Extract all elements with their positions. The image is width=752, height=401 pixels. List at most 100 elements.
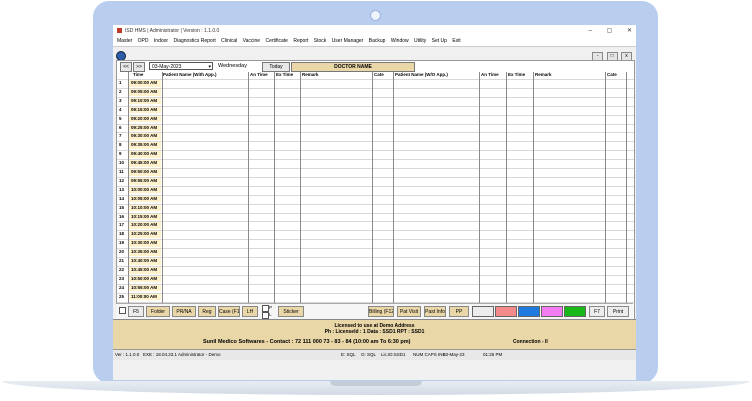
menu-exit[interactable]: Exit	[448, 36, 460, 44]
table-row[interactable]: 4 09:15:00 AM	[117, 105, 634, 114]
table-row[interactable]: 1 09:00:00 AM	[117, 79, 634, 87]
f7-button[interactable]: F7	[589, 306, 605, 317]
color-swatch-red[interactable]	[495, 306, 517, 317]
table-row[interactable]: 5 09:20:00 AM	[117, 114, 634, 123]
row-time[interactable]: 09:10:00 AM	[129, 97, 161, 105]
menu-window[interactable]: Window	[387, 36, 409, 44]
next-day-button[interactable]: >>	[133, 62, 145, 72]
menu-stock[interactable]: Stock	[310, 36, 327, 44]
color-swatch-grey[interactable]	[472, 306, 494, 317]
pp-button[interactable]: PP	[449, 306, 469, 317]
row-time[interactable]: 09:30:00 AM	[129, 133, 161, 141]
row-time[interactable]: 10:10:00 AM	[129, 204, 161, 212]
row-time[interactable]: 10:35:00 AM	[129, 249, 161, 256]
grid-divider	[533, 72, 534, 337]
table-row[interactable]: 14 10:05:00 AM	[117, 194, 634, 203]
table-row[interactable]: 21 10:40:00 AM	[117, 257, 634, 265]
prev-day-button[interactable]: <<	[120, 62, 132, 72]
row-time[interactable]: 10:40:00 AM	[129, 258, 161, 265]
f5-button[interactable]: F5	[128, 306, 144, 317]
row-time[interactable]: 10:55:00 AM	[129, 284, 161, 292]
menu-opd[interactable]: OPD	[134, 36, 149, 44]
row-time[interactable]: 09:00:00 AM	[129, 80, 161, 87]
table-row[interactable]: 16 10:15:00 AM	[117, 212, 634, 221]
table-row[interactable]: 8 09:35:00 AM	[117, 141, 634, 149]
menu-vaccine[interactable]: Vaccine	[239, 36, 260, 44]
sticker-button[interactable]: Sticker	[278, 306, 304, 317]
menu-setup[interactable]: Set Up	[428, 36, 447, 44]
table-row[interactable]: 15 10:10:00 AM	[117, 203, 634, 212]
table-row[interactable]: 20 10:35:00 AM	[117, 248, 634, 256]
menu-certificate[interactable]: Certificate	[261, 36, 288, 44]
reg-button[interactable]: Reg	[198, 306, 216, 317]
table-row[interactable]: 2 09:05:00 AM	[117, 87, 634, 96]
table-row[interactable]: 24 10:55:00 AM	[117, 283, 634, 292]
select-checkbox[interactable]	[119, 307, 126, 314]
menu-backup[interactable]: Backup	[365, 36, 386, 44]
minimize-button[interactable]: –	[589, 28, 592, 34]
table-row[interactable]: 10 09:45:00 AM	[117, 159, 634, 167]
row-number: 3	[119, 97, 122, 103]
row-time[interactable]: 09:05:00 AM	[129, 88, 161, 96]
p-checkbox[interactable]	[262, 305, 269, 312]
case-button[interactable]: Case (F10)	[218, 306, 240, 317]
table-row[interactable]: 7 09:30:00 AM	[117, 132, 634, 141]
menu-diagnostics-report[interactable]: Diagnostics Report	[169, 36, 215, 44]
row-time[interactable]: 09:35:00 AM	[129, 142, 161, 149]
menu-master[interactable]: Master	[113, 36, 132, 44]
menu-utility[interactable]: Utility	[410, 36, 426, 44]
row-time[interactable]: 10:45:00 AM	[129, 266, 161, 274]
table-row[interactable]: 11 09:50:00 AM	[117, 168, 634, 176]
row-time[interactable]: 10:50:00 AM	[129, 275, 161, 283]
close-button[interactable]: ✕	[627, 28, 632, 34]
table-row[interactable]: 12 09:55:00 AM	[117, 176, 634, 185]
print-button[interactable]: Print	[607, 306, 629, 317]
doctor-name[interactable]: DOCTOR NAME	[291, 62, 415, 72]
table-row[interactable]: 13 10:00:00 AM	[117, 185, 634, 194]
row-time[interactable]: 09:45:00 AM	[129, 160, 161, 167]
pat-visit-button[interactable]: Pat Visit	[397, 306, 421, 317]
past-info-button[interactable]: Past Info	[424, 306, 446, 317]
billing-button[interactable]: Billing (F12)	[368, 306, 394, 317]
maximize-button[interactable]: ▢	[607, 28, 613, 34]
col-cate: Cate	[374, 72, 384, 77]
row-time[interactable]: 09:25:00 AM	[129, 124, 161, 132]
row-time[interactable]: 10:15:00 AM	[129, 213, 161, 221]
row-number: 19	[119, 240, 125, 246]
menu-report[interactable]: Report	[289, 36, 308, 44]
table-row[interactable]: 6 09:25:00 AM	[117, 123, 634, 132]
row-time[interactable]: 10:20:00 AM	[129, 222, 161, 230]
row-number: 21	[119, 258, 125, 263]
table-row[interactable]: 22 10:45:00 AM	[117, 265, 634, 274]
row-time[interactable]: 11:00:00 AM	[129, 293, 161, 301]
row-time[interactable]: 09:20:00 AM	[129, 115, 161, 123]
row-time[interactable]: 09:50:00 AM	[129, 169, 161, 176]
table-row[interactable]: 3 09:10:00 AM	[117, 96, 634, 105]
date-picker[interactable]: 03-May-2023 ▾	[149, 62, 213, 70]
l-checkbox[interactable]	[262, 312, 269, 319]
row-time[interactable]: 09:15:00 AM	[129, 106, 161, 114]
row-time[interactable]: 10:05:00 AM	[129, 195, 161, 203]
row-time[interactable]: 10:25:00 AM	[129, 231, 161, 238]
menu-user-manager[interactable]: User Manager	[328, 36, 364, 44]
table-row[interactable]: 9 09:40:00 AM	[117, 150, 634, 158]
today-button[interactable]: Today	[262, 62, 290, 72]
chevron-down-icon[interactable]: ▾	[208, 63, 211, 71]
table-row[interactable]: 18 10:25:00 AM	[117, 230, 634, 238]
table-row[interactable]: 25 11:00:00 AM	[117, 292, 634, 301]
color-swatch-blue[interactable]	[518, 306, 540, 317]
color-swatch-pink[interactable]	[541, 306, 563, 317]
lh-button[interactable]: LH	[242, 306, 258, 317]
table-row[interactable]: 19 10:30:00 AM	[117, 239, 634, 247]
row-time[interactable]: 10:30:00 AM	[129, 240, 161, 247]
menu-clinical[interactable]: Clinical	[217, 36, 237, 44]
menu-indoor[interactable]: Indoor	[150, 36, 168, 44]
row-time[interactable]: 09:55:00 AM	[129, 177, 161, 185]
pr-na-button[interactable]: PR/NA	[172, 306, 196, 317]
row-time[interactable]: 10:00:00 AM	[129, 186, 161, 194]
table-row[interactable]: 17 10:20:00 AM	[117, 221, 634, 230]
row-time[interactable]: 09:40:00 AM	[129, 151, 161, 158]
table-row[interactable]: 23 10:50:00 AM	[117, 274, 634, 283]
folder-button[interactable]: Folder	[146, 306, 170, 317]
color-swatch-green[interactable]	[564, 306, 586, 317]
